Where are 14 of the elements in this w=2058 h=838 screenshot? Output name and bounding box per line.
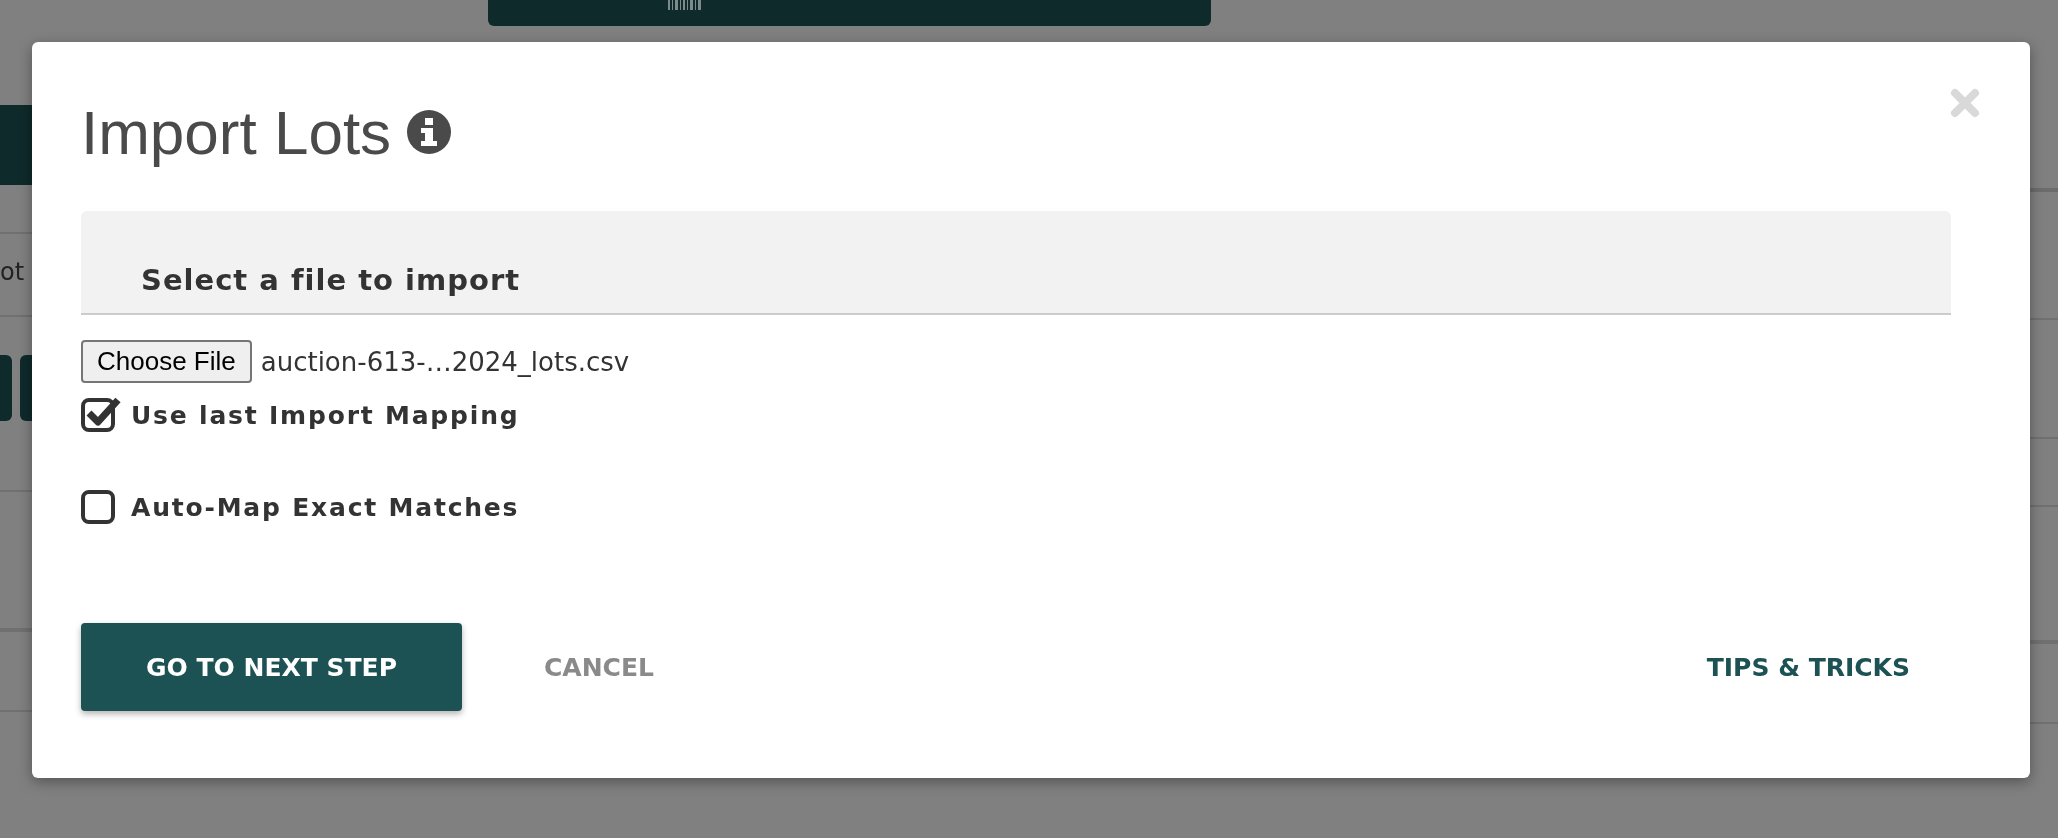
background-text: ot	[0, 258, 25, 286]
choose-file-button[interactable]: Choose File	[81, 340, 252, 383]
side-button[interactable]	[0, 355, 12, 421]
close-icon[interactable]	[1950, 88, 1980, 118]
side-button[interactable]	[20, 355, 32, 421]
checkbox[interactable]	[81, 396, 121, 434]
file-name: auction-613-…2024_lots.csv	[260, 346, 630, 377]
checkbox-label: Use last Import Mapping	[131, 400, 520, 430]
tips-link[interactable]: TIPS & TRICKS	[1700, 623, 1916, 711]
section-heading: Select a file to import	[141, 263, 521, 297]
next-step-button[interactable]: GO TO NEXT STEP	[81, 623, 462, 711]
checkbox-label: Auto-Map Exact Matches	[131, 492, 520, 522]
dialog-title: Import Lots	[81, 96, 392, 168]
info-icon[interactable]	[407, 110, 452, 154]
